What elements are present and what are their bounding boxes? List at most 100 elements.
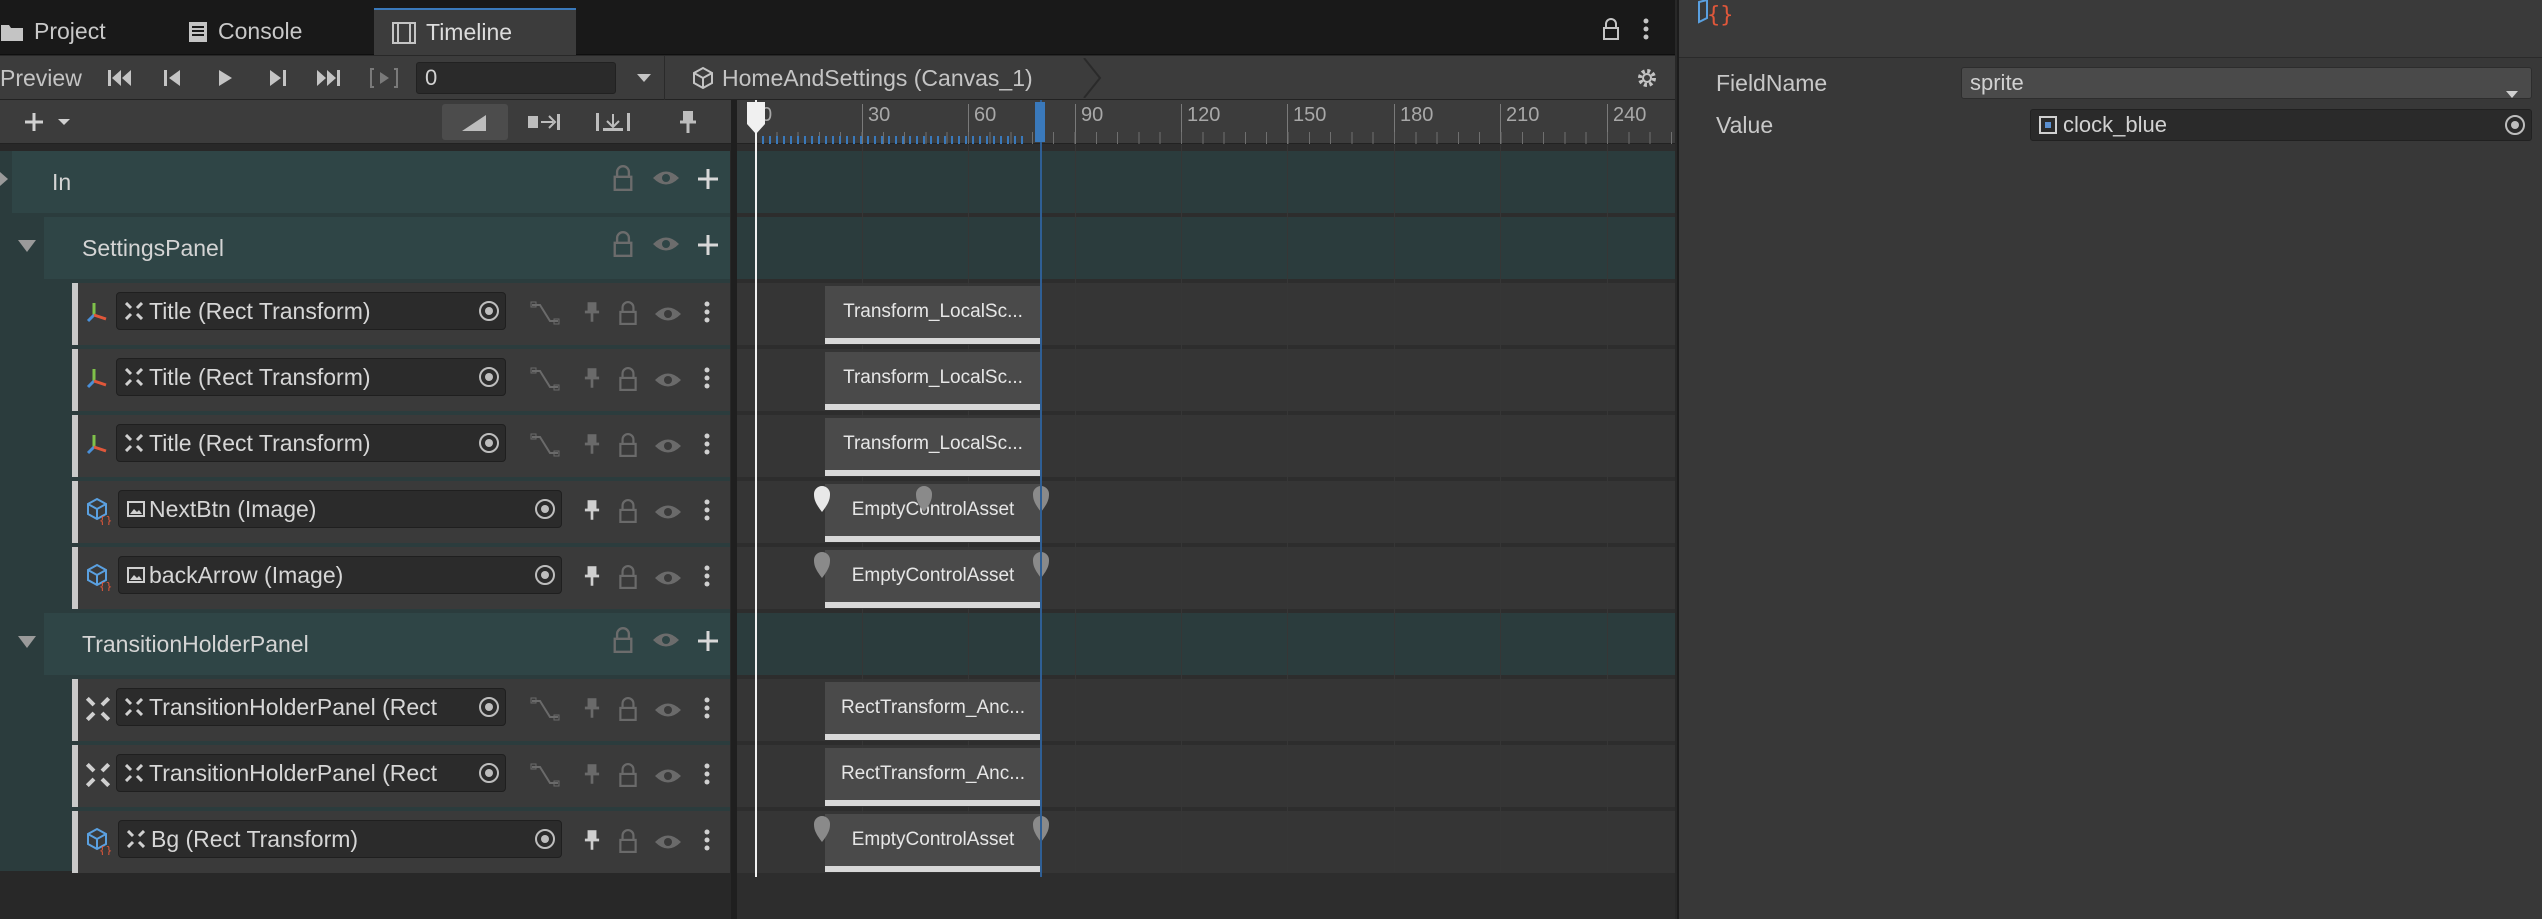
eye-icon[interactable]: [654, 437, 682, 461]
timeline-clip[interactable]: RectTransform_Anc...: [825, 682, 1041, 740]
frame-input[interactable]: 0: [416, 62, 616, 94]
track-row[interactable]: {} NextBtn (Image): [72, 481, 730, 543]
object-picker-icon[interactable]: [479, 763, 499, 783]
group-settingspanel-collapse-icon[interactable]: [18, 237, 36, 260]
signal-marker-icon[interactable]: [813, 551, 831, 579]
eye-icon[interactable]: [654, 767, 682, 791]
go-last-frame-icon[interactable]: [312, 65, 344, 91]
track-menu-icon[interactable]: [704, 301, 710, 329]
track-menu-icon[interactable]: [704, 433, 710, 461]
signal-marker-icon[interactable]: [813, 485, 831, 513]
track-row[interactable]: Title (Rect Transform): [72, 283, 730, 345]
track-binding-field[interactable]: Title (Rect Transform): [116, 292, 506, 330]
more-menu-icon[interactable]: [1636, 16, 1656, 42]
chevron-down-icon[interactable]: [632, 65, 656, 91]
timeline-clip[interactable]: Transform_LocalSc...: [825, 352, 1041, 410]
gear-icon[interactable]: [1634, 65, 1660, 91]
timeline-clip[interactable]: RectTransform_Anc...: [825, 748, 1041, 806]
curves-icon[interactable]: [530, 365, 560, 399]
group-transition-lock-icon[interactable]: [612, 627, 634, 659]
track-menu-icon[interactable]: [704, 697, 710, 725]
track-row[interactable]: TransitionHolderPanel (Rect: [72, 745, 730, 807]
curves-icon[interactable]: [530, 299, 560, 333]
group-settings-add-icon[interactable]: [696, 233, 720, 263]
object-picker-icon[interactable]: [479, 697, 499, 717]
group-transition-add-icon[interactable]: [696, 629, 720, 659]
mix-mode-icon[interactable]: [512, 104, 578, 140]
curves-icon[interactable]: [530, 431, 560, 465]
snap-pin-icon[interactable]: [670, 108, 706, 136]
eye-icon[interactable]: [654, 701, 682, 725]
lock-icon[interactable]: [618, 763, 638, 793]
track-binding-field[interactable]: Title (Rect Transform): [116, 358, 506, 396]
record-pin-icon[interactable]: [584, 499, 600, 527]
eye-icon[interactable]: [654, 503, 682, 527]
group-transition-eye-icon[interactable]: [652, 631, 680, 655]
timeline-end-marker[interactable]: [1035, 102, 1045, 142]
timeline-clip[interactable]: EmptyControlAsset: [825, 814, 1041, 872]
object-picker-icon[interactable]: [479, 301, 499, 321]
track-binding-field[interactable]: backArrow (Image): [118, 556, 562, 594]
lock-icon[interactable]: [618, 565, 638, 595]
timeline-clip[interactable]: Transform_LocalSc...: [825, 418, 1041, 476]
object-picker-icon[interactable]: [535, 499, 555, 519]
ripple-mode-icon[interactable]: [442, 104, 508, 140]
track-binding-field[interactable]: Bg (Rect Transform): [118, 820, 562, 858]
play-range-icon[interactable]: [368, 65, 400, 91]
curves-icon[interactable]: [530, 761, 560, 795]
tab-console[interactable]: Console: [188, 8, 368, 55]
record-pin-icon[interactable]: [584, 697, 600, 725]
track-binding-field[interactable]: TransitionHolderPanel (Rect: [116, 754, 506, 792]
add-track-button[interactable]: [18, 108, 78, 136]
object-picker-icon[interactable]: [535, 829, 555, 849]
signal-marker-icon[interactable]: [915, 485, 933, 513]
track-menu-icon[interactable]: [704, 367, 710, 395]
lock-icon[interactable]: [1598, 16, 1624, 42]
signal-marker-icon[interactable]: [813, 815, 831, 843]
group-in-lock-icon[interactable]: [612, 165, 634, 197]
timeline-clip[interactable]: EmptyControlAsset: [825, 550, 1041, 608]
eye-icon[interactable]: [654, 833, 682, 857]
curves-icon[interactable]: [530, 695, 560, 729]
object-picker-icon[interactable]: [2505, 115, 2525, 135]
record-pin-icon[interactable]: [584, 433, 600, 461]
track-menu-icon[interactable]: [704, 565, 710, 593]
lock-icon[interactable]: [618, 367, 638, 397]
track-row[interactable]: Title (Rect Transform): [72, 349, 730, 411]
track-row[interactable]: Title (Rect Transform): [72, 415, 730, 477]
preview-button[interactable]: Preview: [0, 62, 82, 94]
group-in-add-icon[interactable]: [696, 167, 720, 197]
record-pin-icon[interactable]: [584, 829, 600, 857]
object-picker-icon[interactable]: [535, 565, 555, 585]
lock-icon[interactable]: [618, 499, 638, 529]
lock-icon[interactable]: [618, 829, 638, 859]
track-row[interactable]: TransitionHolderPanel (Rect: [72, 679, 730, 741]
record-pin-icon[interactable]: [584, 763, 600, 791]
eye-icon[interactable]: [654, 305, 682, 329]
timeline-area[interactable]: 0 30 60 90 120 150 180 210 240 Transform…: [737, 100, 1675, 919]
lock-icon[interactable]: [618, 433, 638, 463]
track-menu-icon[interactable]: [704, 763, 710, 791]
lock-icon[interactable]: [618, 697, 638, 727]
track-binding-field[interactable]: NextBtn (Image): [118, 490, 562, 528]
record-pin-icon[interactable]: [584, 301, 600, 329]
record-pin-icon[interactable]: [584, 367, 600, 395]
eye-icon[interactable]: [654, 371, 682, 395]
group-transition-collapse-icon[interactable]: [18, 633, 36, 656]
go-first-frame-icon[interactable]: [104, 65, 136, 91]
track-menu-icon[interactable]: [704, 829, 710, 857]
timeline-clip[interactable]: Transform_LocalSc...: [825, 286, 1041, 344]
playhead-handle[interactable]: [745, 100, 767, 142]
eye-icon[interactable]: [654, 569, 682, 593]
tab-timeline[interactable]: Timeline: [374, 8, 576, 55]
group-settings-lock-icon[interactable]: [612, 231, 634, 263]
group-in-collapse-icon[interactable]: [0, 169, 8, 192]
track-row[interactable]: {} Bg (Rect Transform): [72, 811, 730, 873]
track-binding-field[interactable]: TransitionHolderPanel (Rect: [116, 688, 506, 726]
replace-mode-icon[interactable]: [580, 104, 646, 140]
value-object-field[interactable]: clock_blue: [2030, 109, 2532, 141]
object-picker-icon[interactable]: [479, 433, 499, 453]
field-name-dropdown[interactable]: sprite: [1961, 67, 2532, 99]
previous-frame-icon[interactable]: [160, 65, 186, 91]
timeline-clip[interactable]: EmptyControlAsset: [825, 484, 1041, 542]
